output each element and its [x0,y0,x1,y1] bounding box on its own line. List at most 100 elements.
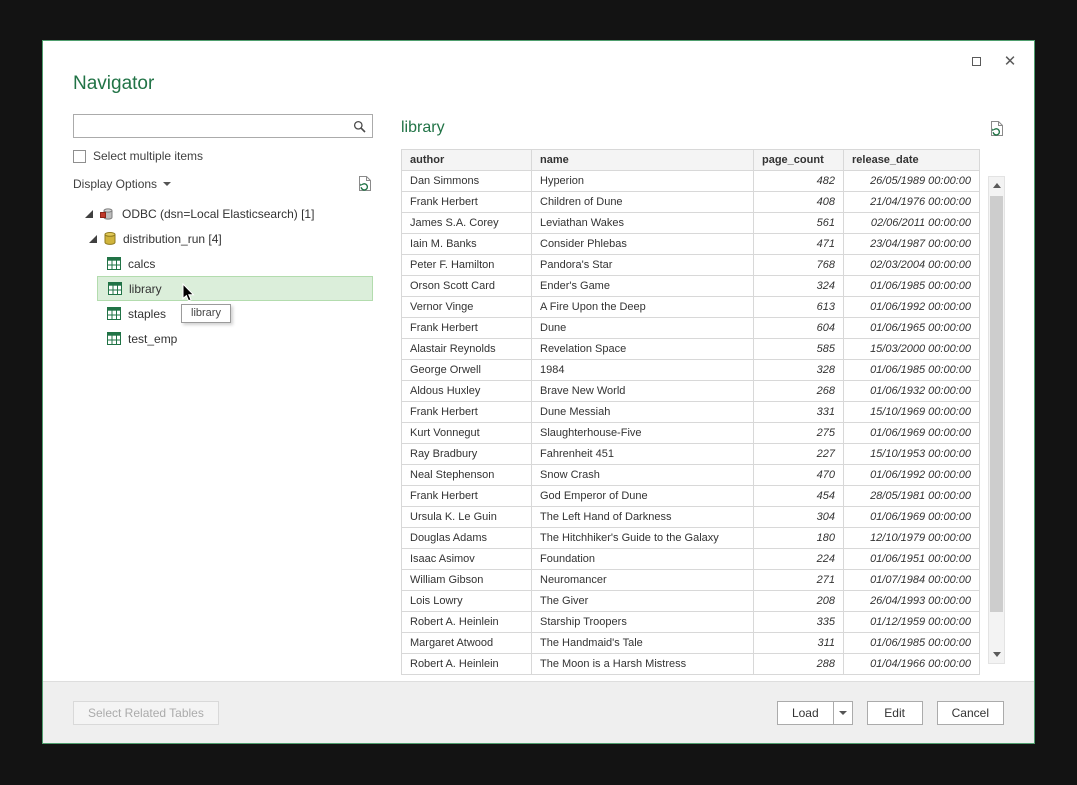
table-cell: 271 [754,570,844,591]
column-header-author[interactable]: author [402,150,532,171]
table-icon [107,332,121,345]
table-cell: Kurt Vonnegut [402,423,532,444]
table-cell: Brave New World [532,381,754,402]
table-cell: The Moon is a Harsh Mistress [532,654,754,675]
scroll-down-button[interactable] [989,646,1004,663]
table-row: Douglas AdamsThe Hitchhiker's Guide to t… [402,528,980,549]
tree-item-library[interactable]: library [97,276,373,301]
database-icon [104,231,116,246]
table-cell: Ender's Game [532,276,754,297]
table-cell: 01/06/1985 00:00:00 [844,633,980,654]
table-cell: God Emperor of Dune [532,486,754,507]
display-options-dropdown[interactable]: Display Options [73,177,171,191]
search-icon[interactable] [346,115,372,137]
table-cell: 304 [754,507,844,528]
table-cell: Dune [532,318,754,339]
table-cell: Starship Troopers [532,612,754,633]
table-row: Aldous HuxleyBrave New World26801/06/193… [402,381,980,402]
scrollbar-thumb[interactable] [990,196,1003,612]
table-cell: Ursula K. Le Guin [402,507,532,528]
table-cell: 02/03/2004 00:00:00 [844,255,980,276]
tree-item-label: staples [128,307,166,321]
table-row: William GibsonNeuromancer27101/07/1984 0… [402,570,980,591]
table-cell: 01/06/1932 00:00:00 [844,381,980,402]
table-row: Lois LowryThe Giver20826/04/1993 00:00:0… [402,591,980,612]
table-row: Orson Scott CardEnder's Game32401/06/198… [402,276,980,297]
table-cell: 01/06/1985 00:00:00 [844,360,980,381]
table-icon [107,307,121,320]
table-cell: Revelation Space [532,339,754,360]
table-cell: 471 [754,234,844,255]
table-cell: 288 [754,654,844,675]
column-header-release-date[interactable]: release_date [844,150,980,171]
table-cell: 01/07/1984 00:00:00 [844,570,980,591]
table-row: Dan SimmonsHyperion48226/05/1989 00:00:0… [402,171,980,192]
column-header-name[interactable]: name [532,150,754,171]
refresh-icon[interactable] [357,175,373,192]
maximize-icon [972,57,981,66]
chevron-down-icon [839,711,847,715]
scrollbar-track[interactable] [989,194,1004,646]
table-cell: George Orwell [402,360,532,381]
cancel-button[interactable]: Cancel [937,701,1004,725]
table-cell: Margaret Atwood [402,633,532,654]
table-cell: 613 [754,297,844,318]
tree-tables: calcs library staples [73,251,373,351]
search-input[interactable] [74,115,346,137]
table-cell: 23/04/1987 00:00:00 [844,234,980,255]
load-dropdown-button[interactable] [833,701,853,725]
tree-item-calcs[interactable]: calcs [97,251,373,276]
table-cell: 28/05/1981 00:00:00 [844,486,980,507]
load-button[interactable]: Load [777,701,833,725]
table-cell: Orson Scott Card [402,276,532,297]
scroll-up-button[interactable] [989,177,1004,194]
maximize-button[interactable] [966,51,986,71]
table-cell: The Handmaid's Tale [532,633,754,654]
table-row: Vernor VingeA Fire Upon the Deep61301/06… [402,297,980,318]
table-row: Kurt VonnegutSlaughterhouse-Five27501/06… [402,423,980,444]
edit-button[interactable]: Edit [867,701,923,725]
table-cell: 482 [754,171,844,192]
table-cell: 02/06/2011 00:00:00 [844,213,980,234]
tree-item-test_emp[interactable]: test_emp [97,326,373,351]
footer-bar: Select Related Tables Load Edit Cancel [43,681,1034,743]
table-cell: 12/10/1979 00:00:00 [844,528,980,549]
table-cell: 15/10/1969 00:00:00 [844,402,980,423]
scrollbar[interactable] [988,176,1005,664]
tree-item-odbc-source[interactable]: ODBC (dsn=Local Elasticsearch) [1] [73,201,373,226]
select-multiple-option[interactable]: Select multiple items [73,149,373,163]
table-cell: Frank Herbert [402,402,532,423]
preview-title: library [401,119,445,137]
navigation-tree: ODBC (dsn=Local Elasticsearch) [1] distr… [73,201,373,351]
table-cell: 01/06/1965 00:00:00 [844,318,980,339]
table-cell: 21/04/1976 00:00:00 [844,192,980,213]
expand-collapse-icon[interactable] [85,210,93,218]
mouse-cursor-icon [182,283,195,308]
table-cell: 01/06/1951 00:00:00 [844,549,980,570]
table-icon [107,257,121,270]
tree-item-staples[interactable]: staples [97,301,373,326]
table-cell: Isaac Asimov [402,549,532,570]
table-cell: Frank Herbert [402,192,532,213]
table-cell: Hyperion [532,171,754,192]
table-cell: 470 [754,465,844,486]
table-cell: Pandora's Star [532,255,754,276]
table-row: James S.A. CoreyLeviathan Wakes56102/06/… [402,213,980,234]
refresh-preview-icon[interactable] [989,120,1005,137]
table-cell: 26/04/1993 00:00:00 [844,591,980,612]
table-cell: 01/06/1992 00:00:00 [844,297,980,318]
table-cell: Slaughterhouse-Five [532,423,754,444]
table-row: George Orwell198432801/06/1985 00:00:00 [402,360,980,381]
select-multiple-checkbox[interactable] [73,150,86,163]
select-related-tables-button[interactable]: Select Related Tables [73,701,219,725]
tree-item-database[interactable]: distribution_run [4] [73,226,373,251]
table-row: Alastair ReynoldsRevelation Space58515/0… [402,339,980,360]
table-cell: Snow Crash [532,465,754,486]
table-row: Peter F. HamiltonPandora's Star76802/03/… [402,255,980,276]
tree-item-label: distribution_run [4] [123,232,222,246]
page-title: Navigator [73,73,154,95]
close-button[interactable]: ✕ [1000,51,1020,71]
table-cell: Leviathan Wakes [532,213,754,234]
expand-collapse-icon[interactable] [89,235,97,243]
column-header-page-count[interactable]: page_count [754,150,844,171]
